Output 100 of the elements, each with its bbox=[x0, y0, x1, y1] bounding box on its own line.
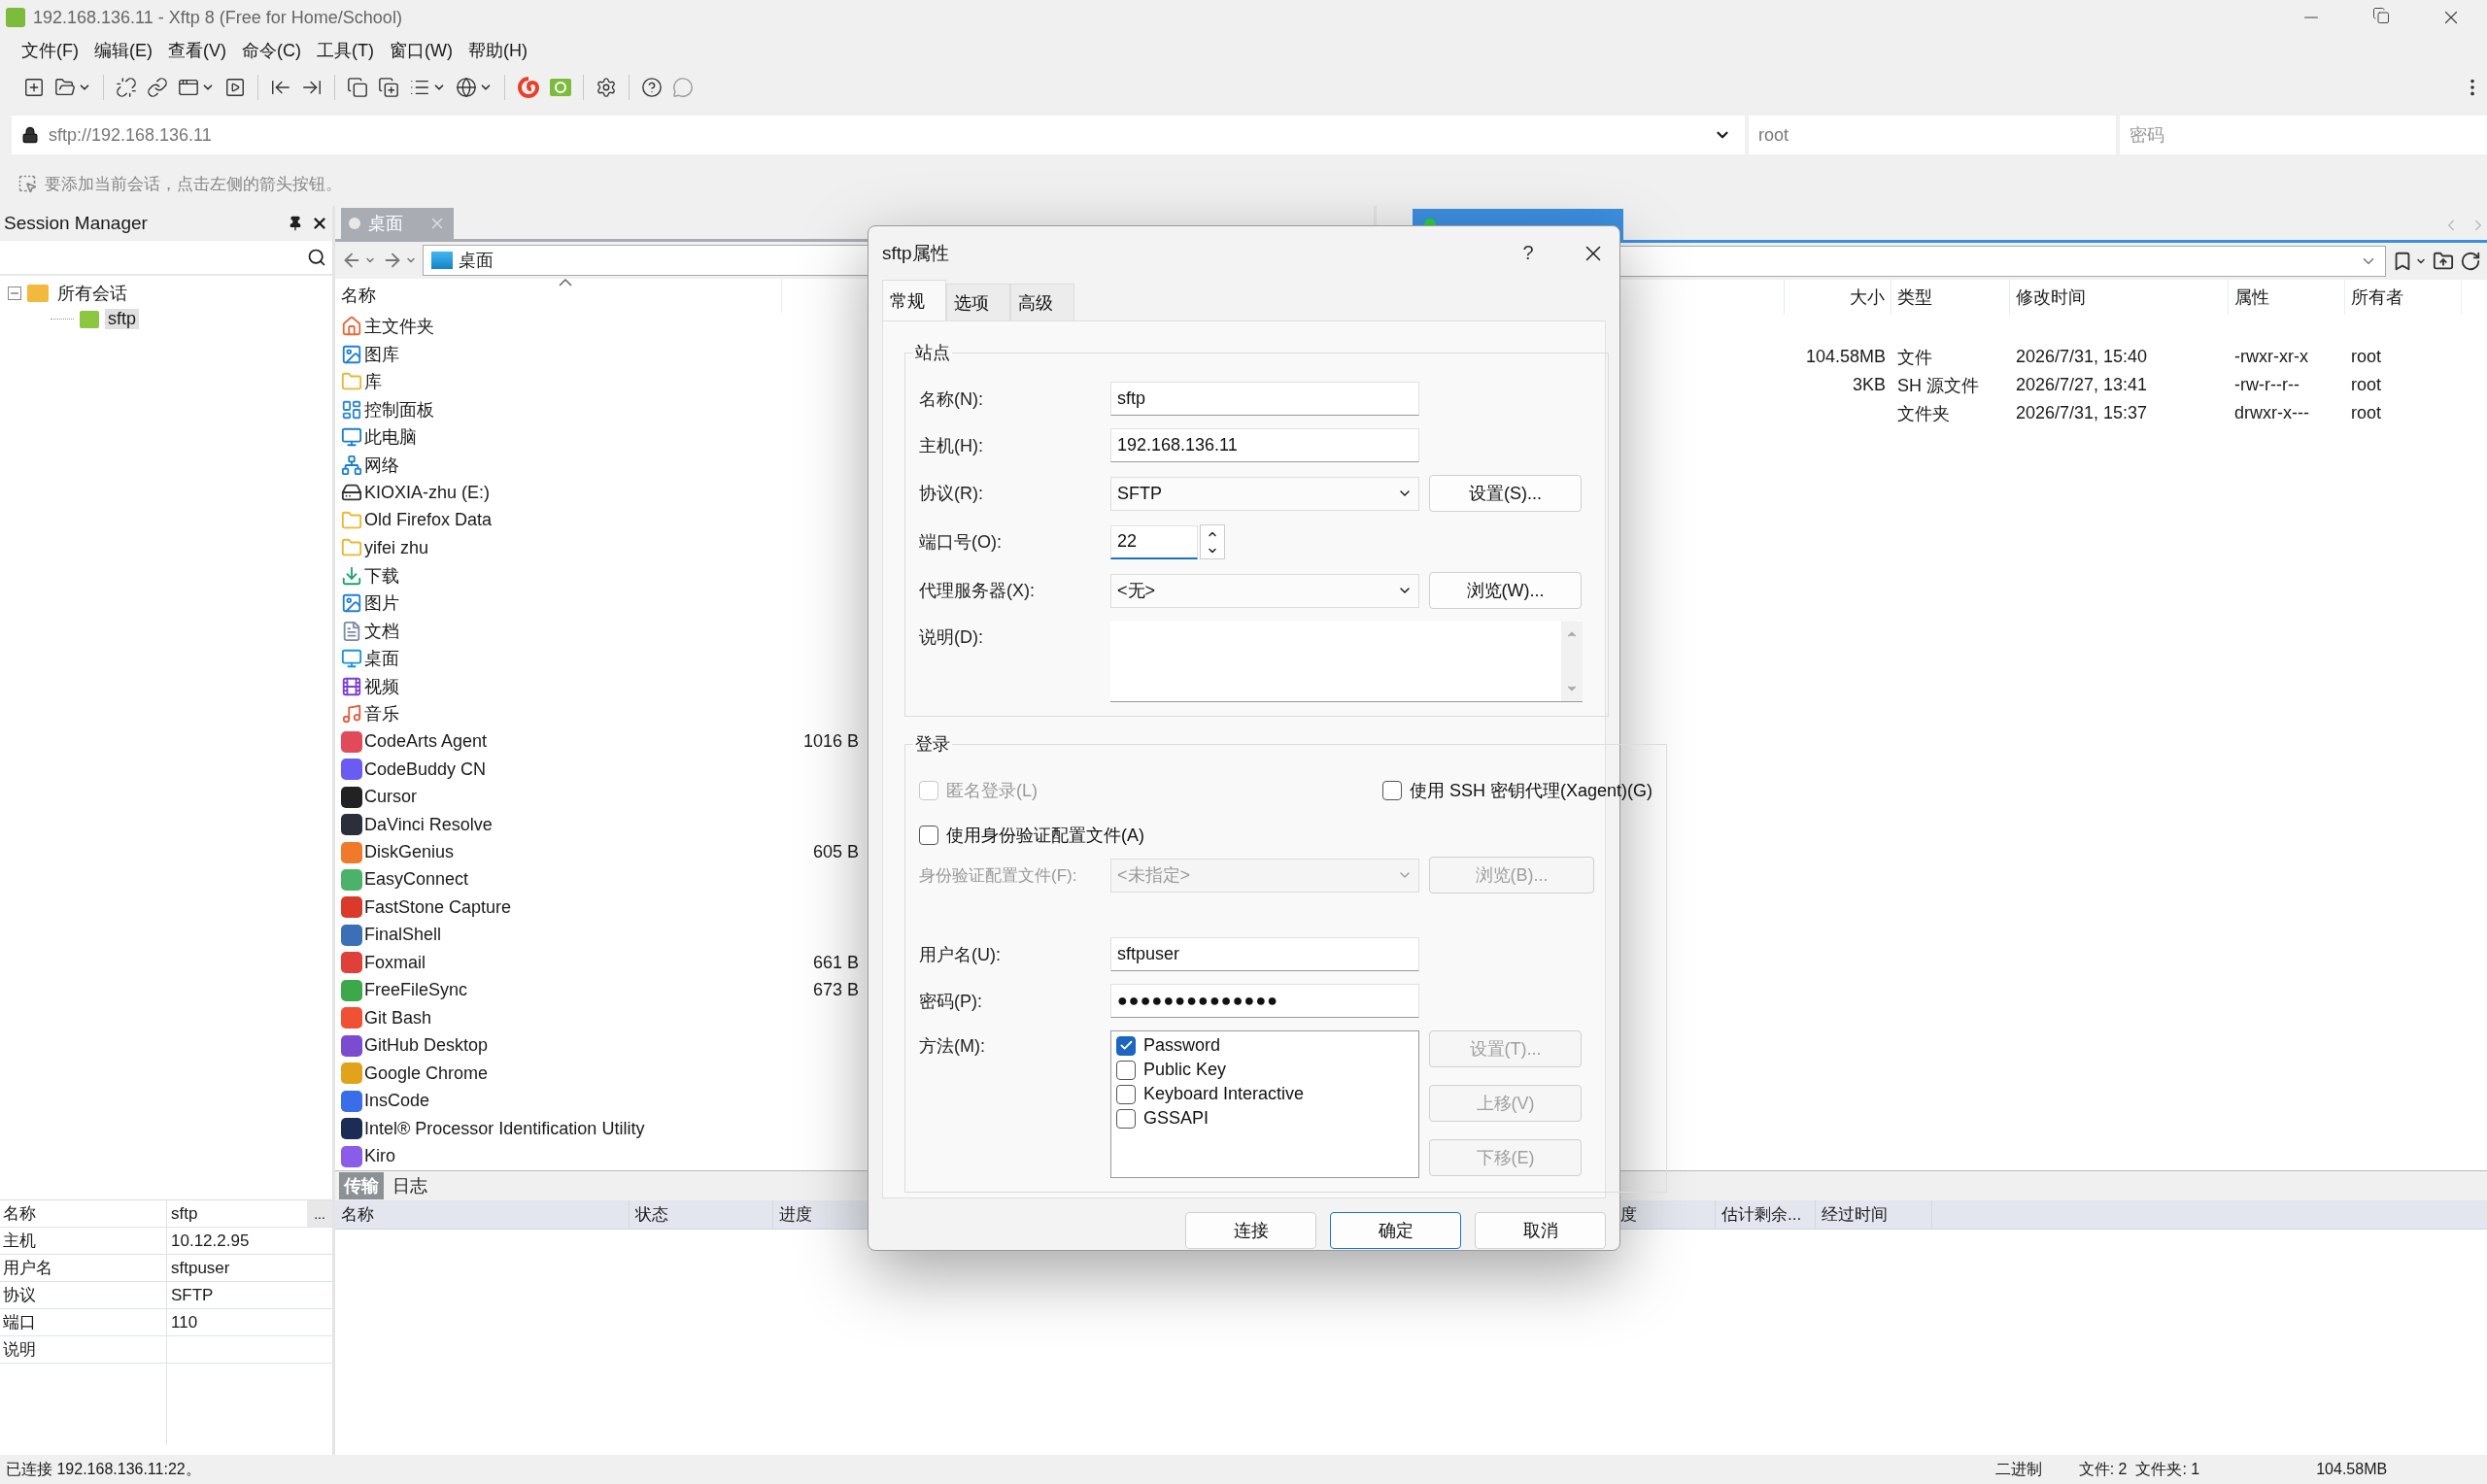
column-header[interactable]: 类型 bbox=[1891, 280, 2010, 315]
file-owner: root bbox=[2351, 375, 2382, 395]
file-name: 图片 bbox=[364, 592, 399, 616]
sort-icon bbox=[559, 278, 572, 287]
checkbox-label: Public Key bbox=[1143, 1060, 1227, 1080]
folder-up-icon[interactable] bbox=[2433, 251, 2454, 272]
settings-icon[interactable] bbox=[596, 77, 617, 98]
username-field[interactable]: root bbox=[1749, 116, 2116, 154]
checkbox[interactable] bbox=[919, 826, 938, 845]
column-header[interactable]: 大小 bbox=[1785, 280, 1891, 315]
picture-icon bbox=[341, 592, 362, 615]
app-shortcut-icon bbox=[341, 979, 362, 1001]
play-icon[interactable] bbox=[224, 77, 246, 98]
file-name: CodeBuddy CN bbox=[364, 759, 487, 780]
menu-item[interactable]: 工具(T) bbox=[309, 39, 382, 62]
checkbox[interactable] bbox=[1116, 1035, 1136, 1056]
password-field[interactable]: ●●●●●●●●●●●●●● bbox=[1110, 984, 1419, 1018]
dialog-title: sftp属性 bbox=[882, 241, 950, 265]
column-header[interactable]: 度 bbox=[1620, 1203, 1637, 1226]
browse-button[interactable]: ... bbox=[307, 1200, 332, 1227]
app-shortcut-icon bbox=[341, 952, 362, 974]
dialog-button[interactable]: 取消 bbox=[1475, 1212, 1606, 1249]
copy-icon[interactable] bbox=[347, 77, 368, 98]
tab[interactable]: 高级 bbox=[1010, 284, 1074, 320]
file-name: Foxmail bbox=[364, 952, 426, 973]
close-icon[interactable] bbox=[311, 215, 328, 232]
checkbox[interactable] bbox=[1382, 781, 1402, 800]
menu-item[interactable]: 查看(V) bbox=[160, 39, 234, 62]
collapse-toggle[interactable] bbox=[8, 286, 21, 300]
property-value: SFTP bbox=[167, 1282, 332, 1309]
column-header[interactable]: 所有者 bbox=[2345, 280, 2462, 315]
globe-icon[interactable] bbox=[456, 77, 477, 98]
file-name: 视频 bbox=[364, 675, 399, 698]
menu-item[interactable]: 帮助(H) bbox=[460, 39, 535, 62]
checkbox[interactable] bbox=[1116, 1084, 1136, 1104]
file-name: InsCode bbox=[364, 1091, 430, 1112]
search-field[interactable] bbox=[0, 241, 332, 274]
menu-item[interactable]: 窗口(W) bbox=[381, 39, 460, 62]
file-name: Cursor bbox=[364, 787, 417, 808]
menu-item[interactable]: 文件(F) bbox=[14, 39, 86, 62]
column-header[interactable]: 属性 bbox=[2229, 280, 2345, 315]
dialog-button[interactable]: 确定 bbox=[1330, 1212, 1461, 1249]
house-icon bbox=[341, 316, 362, 338]
help-button[interactable]: ? bbox=[1509, 241, 1548, 265]
browse-button[interactable]: 浏览(W)... bbox=[1429, 572, 1582, 609]
help-icon[interactable] bbox=[641, 77, 663, 98]
dialog-button[interactable]: 连接 bbox=[1185, 1212, 1316, 1249]
search-icon[interactable] bbox=[307, 248, 326, 267]
column-header[interactable]: 经过时间 bbox=[1822, 1203, 1888, 1226]
music-icon bbox=[341, 703, 362, 725]
checkbox[interactable] bbox=[1116, 1108, 1136, 1129]
tab[interactable]: 常规 bbox=[882, 280, 946, 320]
square-plus-icon[interactable] bbox=[23, 77, 45, 98]
panel-tab[interactable]: 日志 bbox=[388, 1172, 432, 1199]
menu-item[interactable]: 编辑(E) bbox=[86, 39, 160, 62]
swirl-icon[interactable] bbox=[517, 77, 540, 98]
broken-link-icon[interactable] bbox=[116, 77, 137, 98]
column-header[interactable]: 进度 bbox=[779, 1203, 812, 1226]
desktop-icon bbox=[431, 252, 453, 270]
app-shortcut-icon bbox=[341, 730, 362, 753]
app-shortcut-icon bbox=[341, 814, 362, 835]
file-name: 主文件夹 bbox=[364, 316, 434, 339]
column-header[interactable]: 估计剩余... bbox=[1721, 1203, 1802, 1226]
add-session-icon[interactable] bbox=[17, 174, 37, 193]
menu-item[interactable]: 命令(C) bbox=[234, 39, 309, 62]
file-name: CodeArts Agent bbox=[364, 731, 488, 753]
tree-item[interactable]: sftp bbox=[105, 309, 139, 329]
property-value: sftp bbox=[171, 1203, 198, 1224]
window-icon[interactable] bbox=[178, 77, 199, 98]
password-field[interactable]: 密码 bbox=[2120, 116, 2487, 154]
checkbox[interactable] bbox=[1116, 1060, 1136, 1080]
host-field[interactable]: 192.168.136.11 bbox=[1110, 428, 1419, 462]
username-field[interactable]: sftpuser bbox=[1110, 937, 1419, 971]
copy-plus-icon[interactable] bbox=[378, 77, 399, 98]
column-header[interactable]: 修改时间 bbox=[2010, 280, 2229, 315]
proxy-select[interactable]: <无> bbox=[1110, 573, 1419, 608]
column-header[interactable]: 名称 bbox=[335, 278, 782, 314]
folder-icon[interactable] bbox=[54, 77, 76, 98]
column-header[interactable]: 状态 bbox=[635, 1203, 668, 1226]
tree-item[interactable]: 所有会话 bbox=[54, 281, 130, 305]
file-size: 3KB bbox=[1852, 375, 1886, 395]
protocol-select[interactable]: SFTP bbox=[1110, 476, 1419, 511]
restore-icon[interactable] bbox=[2372, 7, 2390, 24]
field-label: 方法(M): bbox=[919, 1035, 986, 1058]
field-label: 代理服务器(X): bbox=[919, 580, 1036, 602]
pin-icon[interactable] bbox=[288, 216, 303, 231]
link-icon[interactable] bbox=[147, 77, 168, 98]
address-field[interactable]: sftp://192.168.136.11 bbox=[12, 116, 1745, 154]
name-field[interactable]: sftp bbox=[1110, 382, 1419, 416]
refresh-icon[interactable] bbox=[2460, 251, 2481, 272]
port-field[interactable]: 22 bbox=[1110, 524, 1198, 559]
app-shortcut-icon bbox=[341, 896, 362, 919]
tab[interactable]: 选项 bbox=[946, 284, 1010, 320]
spinner[interactable] bbox=[1200, 524, 1225, 559]
app-shortcut-icon bbox=[341, 759, 362, 781]
file-name: 库 bbox=[364, 371, 382, 394]
file-attributes: -rw-r--r-- bbox=[2234, 375, 2300, 395]
settings-button[interactable]: 设置(S)... bbox=[1429, 475, 1582, 512]
file-name: 文档 bbox=[364, 620, 399, 643]
column-header[interactable]: 名称 bbox=[341, 1203, 374, 1226]
